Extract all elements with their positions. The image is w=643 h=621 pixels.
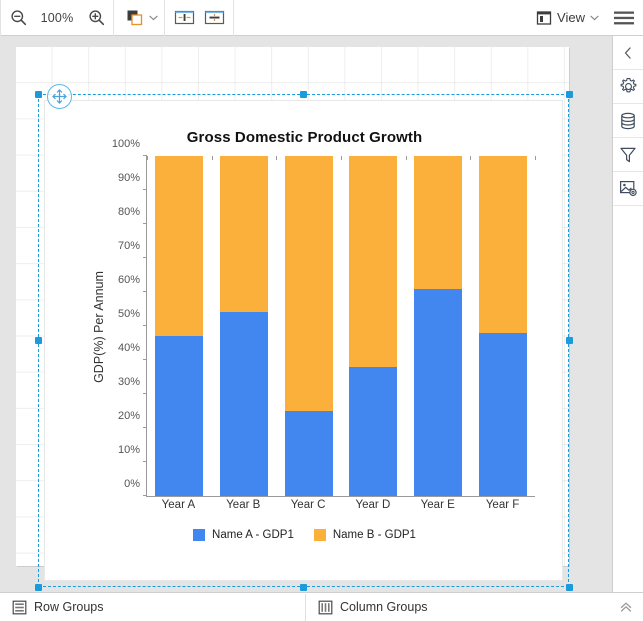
collapse-panel-button[interactable] <box>613 36 643 70</box>
design-canvas[interactable]: Gross Domestic Product Growth GDP(%) Per… <box>0 36 612 592</box>
column-groups-label: Column Groups <box>340 600 428 614</box>
rows-icon <box>12 600 27 614</box>
chevron-left-icon <box>624 46 631 59</box>
resize-handle-middle-left[interactable] <box>35 337 42 344</box>
zoom-in-icon <box>88 10 104 26</box>
zoom-out-button[interactable] <box>1 0 35 36</box>
data-sources-button[interactable] <box>613 104 643 138</box>
report-page[interactable]: Gross Domestic Product Growth GDP(%) Per… <box>16 47 573 591</box>
panel-layout-icon <box>536 10 552 25</box>
layer-order-controls <box>114 0 164 36</box>
right-tool-rail <box>612 36 643 592</box>
layer-order-dropdown[interactable] <box>148 0 164 36</box>
filters-button[interactable] <box>613 138 643 172</box>
zoom-in-button[interactable] <box>79 0 113 36</box>
column-groups-panel[interactable]: Column Groups <box>306 594 643 621</box>
chevron-down-icon <box>590 15 599 20</box>
align-vertical-icon <box>204 10 224 25</box>
layer-order-icon <box>127 10 142 26</box>
report-designer: 100% View Gross Domestic Product Growth … <box>0 0 643 621</box>
resize-handle-top-left[interactable] <box>35 91 42 98</box>
move-handle-icon <box>52 89 67 104</box>
column-groups-item[interactable]: Column Groups <box>318 600 428 615</box>
view-menu-button[interactable]: View <box>532 0 605 36</box>
chart-settings-button[interactable] <box>613 172 643 206</box>
columns-icon <box>318 600 333 614</box>
zoom-controls: 100% <box>1 0 113 36</box>
funnel-icon <box>620 147 636 162</box>
bring-to-front-button[interactable] <box>114 0 148 36</box>
gear-icon <box>620 77 636 93</box>
database-icon <box>621 112 635 129</box>
groups-collapse-button[interactable] <box>619 600 643 614</box>
properties-button[interactable] <box>613 70 643 104</box>
zoom-out-icon <box>10 10 26 26</box>
resize-handle-bottom-left[interactable] <box>35 584 42 591</box>
view-menu-label: View <box>557 10 585 25</box>
resize-handle-top-right[interactable] <box>566 91 573 98</box>
fit-height-button[interactable] <box>199 0 233 36</box>
align-controls <box>165 0 233 36</box>
resize-handle-top-center[interactable] <box>300 91 307 98</box>
align-horizontal-icon <box>174 10 194 25</box>
resize-handle-bottom-center[interactable] <box>300 584 307 591</box>
move-handle[interactable] <box>47 84 72 109</box>
double-chevron-up-icon <box>620 602 632 612</box>
groups-bar: Row Groups Column Groups <box>0 592 643 621</box>
selection-outline <box>38 94 569 587</box>
row-groups-panel[interactable]: Row Groups <box>0 593 306 621</box>
resize-handle-middle-right[interactable] <box>566 337 573 344</box>
resize-handle-bottom-right[interactable] <box>566 584 573 591</box>
row-groups-label: Row Groups <box>34 600 104 614</box>
hamburger-menu-icon <box>614 11 634 24</box>
image-settings-icon <box>619 180 637 197</box>
chevron-down-icon <box>148 15 158 20</box>
fit-width-button[interactable] <box>165 0 199 36</box>
main-menu-button[interactable] <box>605 0 643 36</box>
row-groups-item[interactable]: Row Groups <box>12 600 103 615</box>
top-toolbar: 100% View <box>0 0 643 36</box>
zoom-level-label[interactable]: 100% <box>35 11 79 25</box>
